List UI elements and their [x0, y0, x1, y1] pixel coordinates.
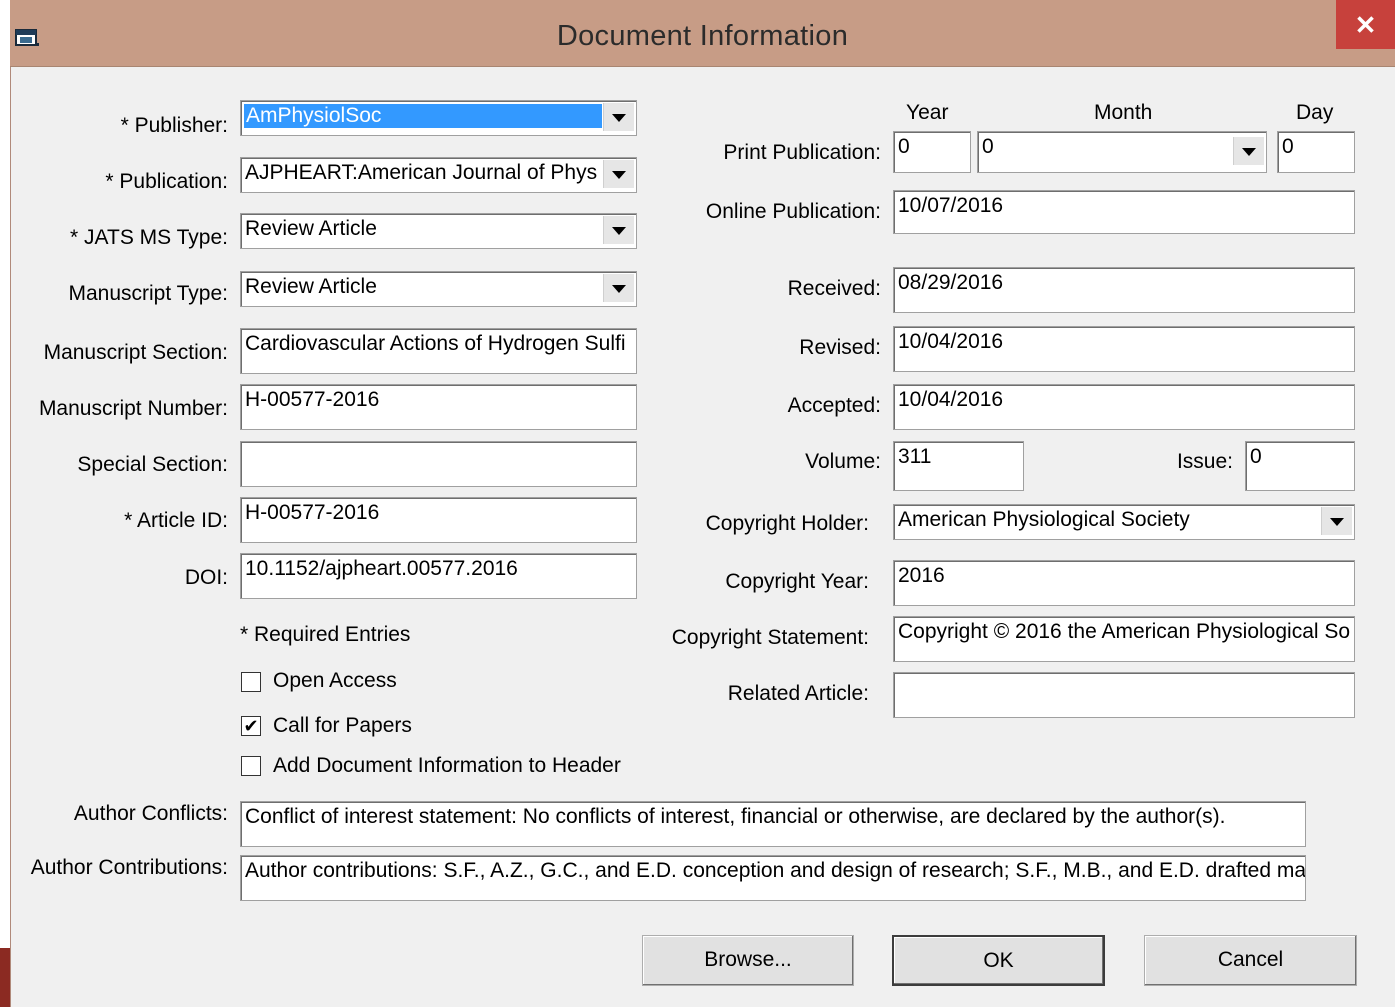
- doi-field[interactable]: 10.1152/ajpheart.00577.2016: [240, 553, 637, 599]
- manuscript-section-label: Manuscript Section:: [43, 341, 228, 364]
- jats-ms-type-dropdown-button[interactable]: [603, 216, 634, 244]
- open-access-checkbox[interactable]: [241, 672, 261, 692]
- manuscript-number-field[interactable]: H-00577-2016: [240, 384, 637, 430]
- accepted-field[interactable]: 10/04/2016: [893, 384, 1355, 430]
- related-article-field[interactable]: [893, 672, 1355, 718]
- publication-label: * Publication:: [105, 170, 228, 193]
- manuscript-type-dropdown-button[interactable]: [603, 274, 634, 302]
- manuscript-number-label: Manuscript Number:: [38, 397, 228, 420]
- special-section-label: Special Section:: [77, 453, 228, 476]
- checkmark-icon: ✔: [243, 716, 259, 736]
- print-day-field[interactable]: 0: [1277, 131, 1355, 173]
- chevron-down-icon: [612, 114, 626, 122]
- close-button[interactable]: ✕: [1336, 0, 1395, 49]
- volume-field[interactable]: 311: [893, 441, 1024, 491]
- print-month-dropdown[interactable]: 0: [977, 131, 1267, 173]
- revised-field[interactable]: 10/04/2016: [893, 326, 1355, 372]
- year-column-header: Year: [906, 101, 949, 124]
- copyright-statement-label: Copyright Statement:: [671, 626, 869, 649]
- issue-label: Issue:: [1176, 450, 1233, 473]
- author-contributions-field[interactable]: Author contributions: S.F., A.Z., G.C., …: [240, 855, 1306, 901]
- cancel-button[interactable]: Cancel: [1144, 935, 1357, 986]
- online-publication-field[interactable]: 10/07/2016: [893, 190, 1355, 234]
- manuscript-type-value: Review Article: [245, 275, 377, 298]
- jats-ms-type-dropdown[interactable]: Review Article: [240, 213, 637, 249]
- accepted-label: Accepted:: [787, 394, 881, 417]
- copyright-statement-field[interactable]: Copyright © 2016 the American Physiologi…: [893, 616, 1355, 662]
- required-entries-note: * Required Entries: [240, 623, 411, 646]
- publisher-value: AmPhysiolSoc: [244, 104, 602, 128]
- call-for-papers-label[interactable]: Call for Papers: [273, 713, 412, 739]
- window-title: Document Information: [556, 20, 849, 52]
- manuscript-type-label: Manuscript Type:: [68, 282, 228, 305]
- doi-label: DOI:: [184, 566, 228, 589]
- author-conflicts-field[interactable]: Conflict of interest statement: No confl…: [240, 801, 1306, 847]
- add-doc-info-label[interactable]: Add Document Information to Header: [273, 753, 621, 779]
- close-icon: ✕: [1354, 10, 1377, 40]
- publisher-label: * Publisher:: [120, 114, 228, 137]
- chevron-down-icon: [1330, 518, 1344, 526]
- author-conflicts-label: Author Conflicts:: [73, 802, 228, 825]
- print-publication-label: Print Publication:: [723, 141, 881, 164]
- copyright-year-field[interactable]: 2016: [893, 560, 1355, 606]
- chevron-down-icon: [612, 171, 626, 179]
- related-article-label: Related Article:: [727, 682, 869, 705]
- publication-dropdown-button[interactable]: [603, 160, 634, 188]
- received-label: Received:: [787, 277, 881, 300]
- chevron-down-icon: [1242, 148, 1256, 156]
- publisher-dropdown[interactable]: AmPhysiolSoc: [240, 100, 637, 136]
- copyright-holder-value: American Physiological Society: [898, 508, 1190, 531]
- article-id-label: * Article ID:: [124, 509, 228, 532]
- publication-value: AJPHEART:American Journal of Phys: [245, 161, 598, 184]
- chevron-down-icon: [612, 227, 626, 235]
- issue-field[interactable]: 0: [1245, 441, 1355, 491]
- copyright-year-label: Copyright Year:: [725, 570, 869, 593]
- day-column-header: Day: [1296, 101, 1334, 124]
- volume-label: Volume:: [805, 450, 881, 473]
- publisher-dropdown-button[interactable]: [603, 103, 634, 131]
- online-publication-label: Online Publication:: [705, 200, 881, 223]
- open-access-label[interactable]: Open Access: [273, 668, 397, 694]
- chevron-down-icon: [612, 285, 626, 293]
- browse-button[interactable]: Browse...: [642, 935, 854, 986]
- received-field[interactable]: 08/29/2016: [893, 267, 1355, 313]
- publication-dropdown[interactable]: AJPHEART:American Journal of Phys: [240, 157, 637, 193]
- copyright-holder-dropdown-button[interactable]: [1321, 507, 1352, 535]
- call-for-papers-checkbox[interactable]: ✔: [241, 716, 261, 736]
- copyright-holder-dropdown[interactable]: American Physiological Society: [893, 504, 1355, 540]
- manuscript-section-field[interactable]: Cardiovascular Actions of Hydrogen Sulfi: [240, 328, 637, 374]
- author-contributions-label: Author Contributions:: [30, 856, 228, 879]
- month-column-header: Month: [1094, 101, 1153, 124]
- add-doc-info-checkbox[interactable]: [241, 756, 261, 776]
- special-section-field[interactable]: [240, 441, 637, 487]
- revised-label: Revised:: [799, 336, 881, 359]
- print-month-dropdown-button[interactable]: [1233, 137, 1264, 165]
- print-month-value: 0: [982, 135, 994, 158]
- manuscript-type-dropdown[interactable]: Review Article: [240, 271, 637, 307]
- ok-button[interactable]: OK: [892, 935, 1105, 986]
- print-year-field[interactable]: 0: [893, 131, 971, 173]
- jats-ms-type-value: Review Article: [245, 217, 377, 240]
- copyright-holder-label: Copyright Holder:: [705, 512, 869, 535]
- article-id-field[interactable]: H-00577-2016: [240, 497, 637, 543]
- jats-ms-type-label: * JATS MS Type:: [70, 226, 228, 249]
